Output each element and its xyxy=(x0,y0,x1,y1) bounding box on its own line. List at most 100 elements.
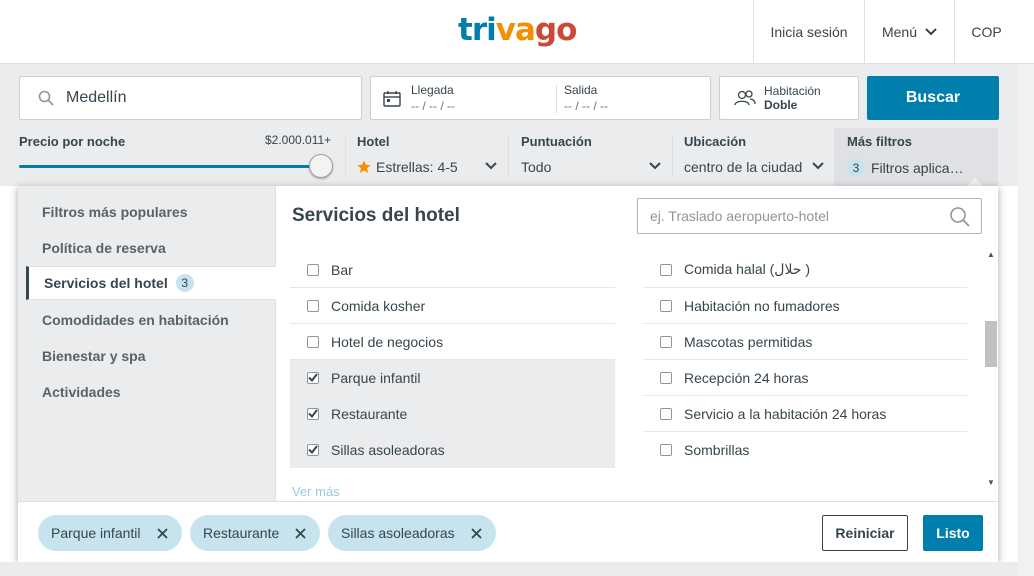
option-halal[interactable]: Comida halal (حلال ) xyxy=(643,252,967,288)
option-business-hotel[interactable]: Hotel de negocios xyxy=(290,324,615,360)
trivago-logo[interactable]: trivago xyxy=(458,12,577,48)
option-label: Comida kosher xyxy=(331,297,426,314)
more-filters-panel: Filtros más populares Política de reserv… xyxy=(18,186,998,562)
section-title: Servicios del hotel xyxy=(292,205,460,226)
chip-playground[interactable]: Parque infantil xyxy=(38,515,182,551)
checkin-value: -- / -- / -- xyxy=(411,99,455,113)
calendar-icon xyxy=(383,91,401,107)
checkin-label: Llegada xyxy=(411,83,454,97)
panel-footer: Parque infantil Restaurante Sillas asole… xyxy=(18,501,998,562)
room-selector[interactable]: Habitación Doble xyxy=(719,76,859,120)
more-filters-value-wrap: 3 Filtros aplica… xyxy=(847,159,964,177)
checkmark-icon xyxy=(308,373,318,382)
option-pets-allowed[interactable]: Mascotas permitidas xyxy=(643,324,967,360)
checkin-field[interactable]: Llegada -- / -- / -- xyxy=(411,83,455,113)
option-label: Habitación no fumadores xyxy=(684,297,840,314)
more-filters[interactable]: Más filtros 3 Filtros aplica… xyxy=(847,134,989,180)
reset-button[interactable]: Reiniciar xyxy=(822,515,908,551)
location-filter-label: Ubicación xyxy=(684,134,747,149)
room-value: Doble xyxy=(764,98,798,112)
page-scrollbar[interactable] xyxy=(1018,64,1034,576)
services-search-placeholder: ej. Traslado aeropuerto-hotel xyxy=(650,208,829,224)
services-list-left: Bar Comida kosher Hotel de negocios Parq… xyxy=(290,252,615,500)
close-icon[interactable] xyxy=(156,527,168,539)
more-filters-value: Filtros aplica… xyxy=(871,160,964,176)
chip-label: Restaurante xyxy=(203,525,280,541)
option-label: Recepción 24 horas xyxy=(684,369,809,386)
checkbox[interactable] xyxy=(660,263,672,276)
currency-label: COP xyxy=(971,24,1002,40)
search-icon xyxy=(38,90,54,106)
chevron-down-icon xyxy=(485,162,497,170)
checkbox[interactable] xyxy=(660,407,672,420)
option-24h-reception[interactable]: Recepción 24 horas xyxy=(643,360,967,396)
see-more-link[interactable]: Ver más xyxy=(292,484,340,499)
checkbox[interactable] xyxy=(660,371,672,384)
nav-booking-policy[interactable]: Política de reserva xyxy=(42,240,166,256)
location-filter[interactable]: Ubicación centro de la ciudad xyxy=(684,134,826,180)
search-button[interactable]: Buscar xyxy=(867,76,999,120)
option-bar[interactable]: Bar xyxy=(290,252,615,288)
destination-input[interactable]: Medellín xyxy=(19,76,362,120)
hotel-filter[interactable]: Hotel Estrellas: 4-5 xyxy=(357,134,499,180)
scrollbar-thumb[interactable] xyxy=(985,321,997,367)
option-label: Hotel de negocios xyxy=(331,333,444,350)
filter-divider xyxy=(672,134,673,178)
nav-activities[interactable]: Actividades xyxy=(42,384,121,400)
option-label: Mascotas permitidas xyxy=(684,333,813,350)
nav-popular-filters[interactable]: Filtros más populares xyxy=(42,204,187,220)
scroll-down-arrow-icon[interactable]: ▼ xyxy=(987,478,995,487)
checkbox[interactable] xyxy=(660,299,672,312)
checkbox-checked[interactable] xyxy=(307,407,319,420)
checkbox[interactable] xyxy=(660,335,672,348)
checkbox[interactable] xyxy=(307,299,319,312)
more-filters-label: Más filtros xyxy=(847,134,913,149)
checkbox[interactable] xyxy=(307,263,319,276)
checkbox-checked[interactable] xyxy=(307,371,319,384)
done-button[interactable]: Listo xyxy=(923,515,983,551)
scroll-up-arrow-icon[interactable]: ▲ xyxy=(987,250,995,259)
filter-divider xyxy=(508,134,509,178)
nav-hotel-services-label: Servicios del hotel xyxy=(44,275,168,291)
star-icon xyxy=(357,160,371,173)
checkbox[interactable] xyxy=(660,444,672,456)
currency-button[interactable]: COP xyxy=(954,0,1018,64)
price-slider-track[interactable] xyxy=(19,165,319,168)
close-icon[interactable] xyxy=(470,527,482,539)
filter-category-nav: Filtros más populares Política de reserv… xyxy=(18,186,276,501)
chip-restaurant[interactable]: Restaurante xyxy=(190,515,321,551)
option-sun-loungers[interactable]: Sillas asoleadoras xyxy=(290,432,615,468)
menu-button[interactable]: Menú xyxy=(864,0,954,64)
nav-room-amenities[interactable]: Comodidades en habitación xyxy=(42,312,229,328)
services-search-input[interactable]: ej. Traslado aeropuerto-hotel xyxy=(637,198,982,234)
checkout-field[interactable]: Salida -- / -- / -- xyxy=(564,83,608,113)
location-filter-value: centro de la ciudad xyxy=(684,159,803,175)
option-24h-room-service[interactable]: Servicio a la habitación 24 horas xyxy=(643,396,967,432)
search-icon xyxy=(950,207,970,227)
option-non-smoking[interactable]: Habitación no fumadores xyxy=(643,288,967,324)
nav-hotel-services-count: 3 xyxy=(175,274,194,292)
option-kosher[interactable]: Comida kosher xyxy=(290,288,615,324)
close-icon[interactable] xyxy=(295,527,306,539)
list-scrollbar[interactable]: ▲ ▼ xyxy=(984,248,998,492)
option-label: Sombrillas xyxy=(684,442,750,458)
rating-filter-value: Todo xyxy=(521,159,552,175)
dates-field[interactable]: Llegada -- / -- / -- Salida -- / -- / -- xyxy=(370,76,711,120)
login-button[interactable]: Inicia sesión xyxy=(753,0,864,64)
checkmark-icon xyxy=(308,409,318,418)
price-slider-handle[interactable] xyxy=(309,154,333,178)
option-playground[interactable]: Parque infantil xyxy=(290,360,615,396)
nav-wellness-spa[interactable]: Bienestar y spa xyxy=(42,348,146,364)
rating-filter[interactable]: Puntuación Todo xyxy=(521,134,663,180)
more-filters-count: 3 xyxy=(847,159,865,177)
checkbox-checked[interactable] xyxy=(307,443,319,456)
option-label: Parque infantil xyxy=(331,369,421,386)
checkbox[interactable] xyxy=(307,335,319,348)
option-label: Bar xyxy=(331,261,353,278)
chip-sun-loungers[interactable]: Sillas asoleadoras xyxy=(328,515,496,551)
option-restaurant[interactable]: Restaurante xyxy=(290,396,615,432)
nav-hotel-services[interactable]: Servicios del hotel 3 xyxy=(26,266,276,300)
checkout-value: -- / -- / -- xyxy=(564,99,608,113)
top-header: trivago Inicia sesión Menú COP xyxy=(0,0,1034,64)
option-umbrellas[interactable]: Sombrillas xyxy=(643,432,967,468)
